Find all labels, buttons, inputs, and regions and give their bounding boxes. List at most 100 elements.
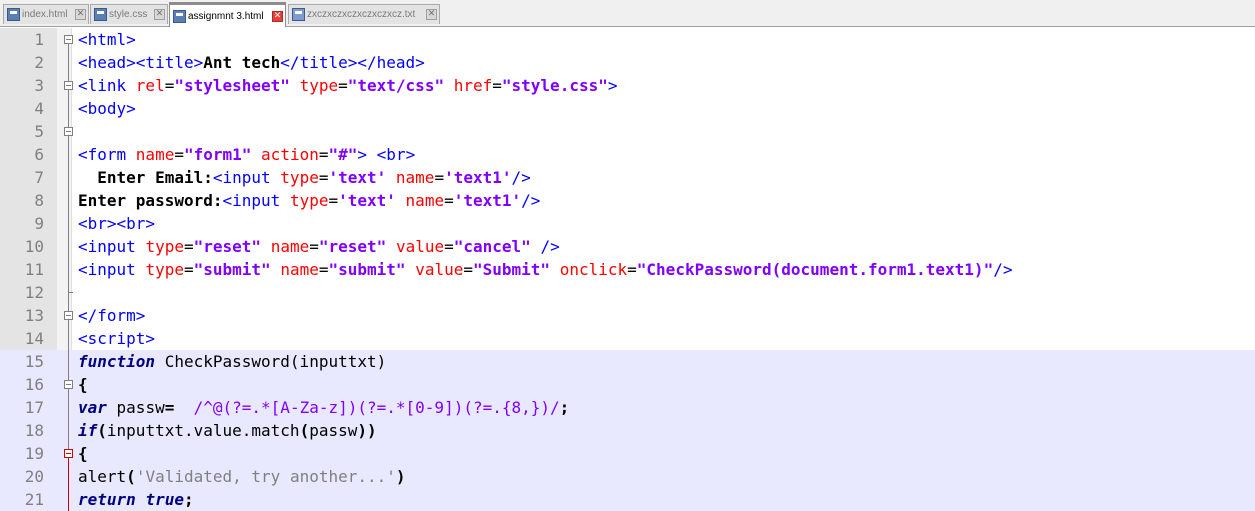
code-line[interactable]: 21 return true; [0, 488, 1255, 511]
fold-collapse-icon[interactable] [64, 127, 73, 136]
line-number: 17 [24, 398, 44, 417]
code-token: = [434, 168, 445, 187]
code-line[interactable]: 18 if(inputtxt.value.match(passw)) [0, 419, 1255, 442]
code-token: name [405, 191, 445, 210]
code-line[interactable]: 3 <link rel="stylesheet" type="text/css" … [0, 74, 1255, 97]
line-number: 8 [34, 191, 44, 210]
code-token: "text/css" [347, 76, 445, 95]
txt-file-icon [292, 8, 305, 21]
code-token: CheckPassword(inputtxt) [155, 352, 387, 371]
close-icon[interactable]: ✕ [154, 9, 165, 20]
fold-collapse-icon[interactable] [64, 380, 73, 389]
close-icon[interactable]: ✕ [272, 10, 283, 22]
code-token: = [444, 191, 454, 210]
code-text: <link rel="stylesheet" type="text/css" h… [78, 74, 618, 97]
code-token: value [415, 260, 464, 279]
code-token: = [164, 398, 175, 417]
code-text: Enter Email:<input type='text' name='tex… [78, 166, 531, 189]
fold-guide-line [68, 44, 69, 511]
code-token: <form [78, 145, 136, 164]
code-line[interactable]: 17 var passw= /^@(?=.*[A-Za-z])(?=.*[0-9]… [0, 396, 1255, 419]
code-token: 'text' [338, 191, 396, 210]
code-token: )) [357, 421, 377, 440]
code-line[interactable]: 8 Enter password:<input type='text' name=… [0, 189, 1255, 212]
fold-collapse-icon[interactable] [64, 81, 73, 90]
line-number: 18 [24, 421, 44, 440]
code-token: true [145, 490, 184, 509]
code-line[interactable]: 13 </form> [0, 304, 1255, 327]
close-icon[interactable]: ✕ [426, 9, 437, 20]
code-token: passw [106, 398, 165, 417]
code-token: return [78, 490, 136, 509]
fold-collapse-icon[interactable] [64, 449, 73, 458]
fold-end-marker [68, 292, 73, 293]
code-line[interactable]: 9 <br><br> [0, 212, 1255, 235]
code-editor[interactable]: 1 <html> 2 <head><title>Ant tech</title></h… [0, 28, 1255, 511]
code-line[interactable]: 14 <script> [0, 327, 1255, 350]
tab-zxcz-txt[interactable]: zxczxczxczxczxczxcz.txt ✕ [288, 4, 440, 24]
line-number: 6 [34, 145, 44, 164]
line-number: 12 [24, 283, 44, 302]
code-token: "stylesheet" [174, 76, 290, 95]
tab-label: zxczxczxczxczxczxcz.txt [307, 9, 416, 20]
line-number: 10 [24, 237, 44, 256]
code-line[interactable]: 7 Enter Email:<input type='text' name='t… [0, 166, 1255, 189]
code-token: type [289, 191, 329, 210]
code-token: Enter password: [78, 191, 223, 210]
fold-collapse-icon[interactable] [64, 35, 73, 44]
code-text: return true; [78, 488, 194, 511]
code-line[interactable]: 19 { [0, 442, 1255, 465]
close-icon[interactable]: ✕ [75, 9, 86, 20]
code-text: if(inputtxt.value.match(passw)) [78, 419, 377, 442]
tab-label: index.html [22, 9, 68, 20]
code-token: <input [222, 191, 290, 210]
code-line[interactable]: 5 [0, 120, 1255, 143]
code-token: <input [78, 260, 146, 279]
code-token: name [280, 260, 319, 279]
fold-guide-line [68, 458, 69, 511]
code-token: href [453, 76, 493, 95]
code-token: <body> [78, 99, 136, 118]
tab-assignmnt-3-html[interactable]: assignmnt 3.html ✕ [169, 2, 286, 27]
tab-index-html[interactable]: index.html ✕ [3, 4, 89, 24]
code-line[interactable]: 16 { [0, 373, 1255, 396]
code-token: type [280, 168, 319, 187]
line-number: 21 [24, 490, 44, 509]
code-token: "submit" [328, 260, 406, 279]
code-text: <body> [78, 97, 136, 120]
line-number: 5 [34, 122, 44, 141]
line-number: 11 [24, 260, 44, 279]
code-token: ( [126, 467, 136, 486]
code-token: "#" [328, 145, 358, 164]
code-line[interactable]: 15 function CheckPassword(inputtxt) [0, 350, 1255, 373]
code-text: <input type="reset" name="reset" value="… [78, 235, 560, 258]
code-line[interactable]: 12 [0, 281, 1255, 304]
code-token: = [183, 260, 194, 279]
tab-style-css[interactable]: style.css ✕ [90, 4, 168, 24]
code-token: /^@(?=.*[A-Za-z])(?=.*[0-9])(?=.{8,})/ [193, 398, 560, 417]
code-token: <br><br> [78, 214, 156, 233]
code-line[interactable]: 6 <form name="form1" action="#"> <br> [0, 143, 1255, 166]
line-number: 20 [24, 467, 44, 486]
code-token: = [309, 237, 319, 256]
line-number: 9 [34, 214, 44, 233]
code-token: = [174, 145, 184, 164]
code-token: = [444, 237, 454, 256]
code-token: > [607, 76, 618, 95]
code-line[interactable]: 20 alert('Validated, try another...') [0, 465, 1255, 488]
code-token: ) [395, 467, 406, 486]
code-line[interactable]: 2 <head><title>Ant tech</title></head> [0, 51, 1255, 74]
code-token: name [270, 237, 310, 256]
tab-label: assignmnt 3.html [188, 10, 264, 22]
code-line[interactable]: 11 <input type="submit" name="submit" val… [0, 258, 1255, 281]
code-token: </title></head> [280, 53, 425, 72]
code-token: "reset" [193, 237, 262, 256]
code-line[interactable]: 10 <input type="reset" name="reset" value… [0, 235, 1255, 258]
code-token: = [328, 191, 339, 210]
code-line[interactable]: 4 <body> [0, 97, 1255, 120]
fold-collapse-icon[interactable] [64, 311, 73, 320]
code-line[interactable]: 1 <html> [0, 28, 1255, 51]
